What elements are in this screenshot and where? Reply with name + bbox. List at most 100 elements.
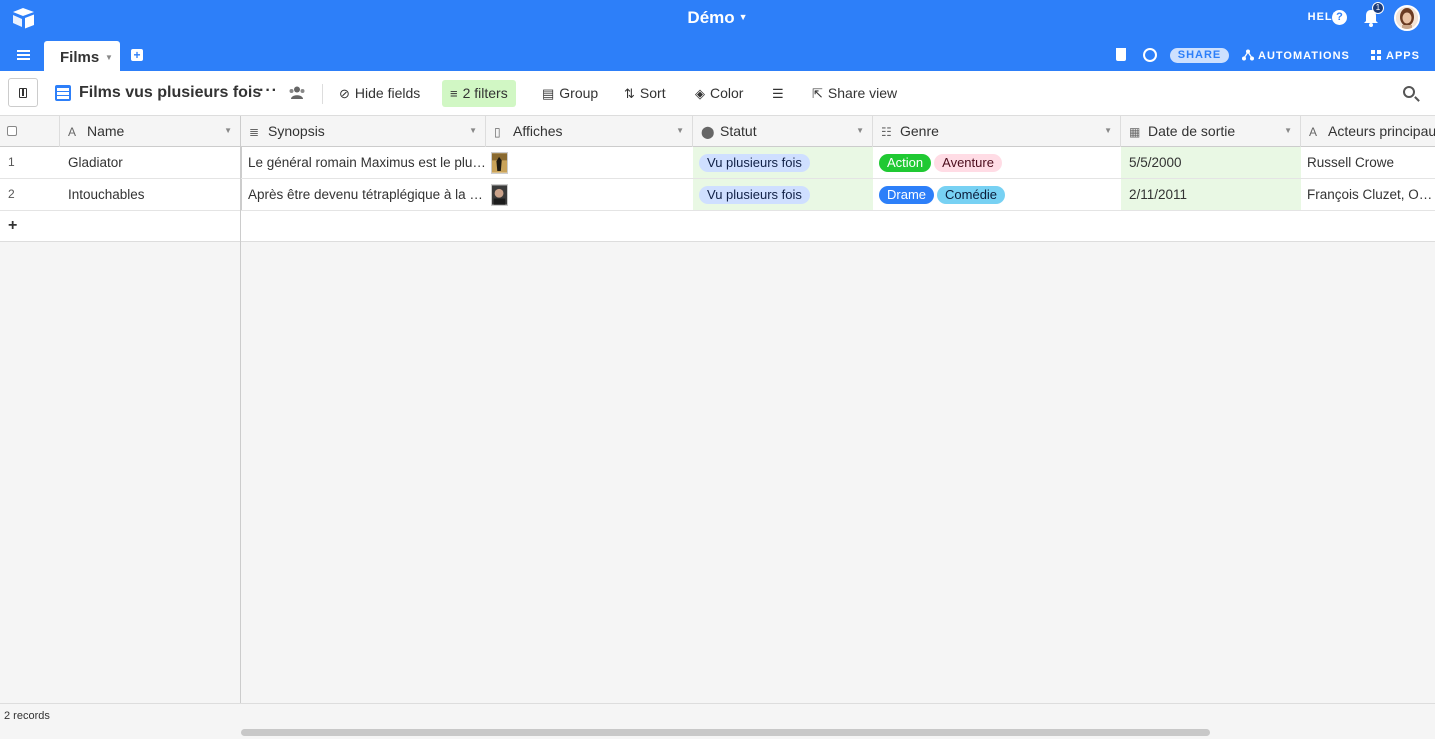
filters-button[interactable]: ≡ 2 filters — [442, 80, 516, 107]
share-button[interactable]: SHARE — [1170, 48, 1229, 63]
automations-button[interactable]: AUTOMATIONS — [1242, 49, 1350, 62]
column-header-acteurs[interactable]: A Acteurs principaux — [1301, 116, 1435, 147]
add-record-icon[interactable]: + — [8, 217, 17, 235]
cell-acteurs[interactable]: François Cluzet, Omar Sy — [1301, 179, 1435, 210]
horizontal-scrollbar[interactable] — [241, 729, 1210, 736]
table-row[interactable]: 2 Intouchables Après être devenu tétrapl… — [0, 179, 1435, 211]
trash-icon[interactable] — [1116, 48, 1126, 61]
history-icon[interactable] — [1143, 48, 1157, 62]
column-header-label: Synopsis — [268, 123, 325, 139]
hide-fields-label: Hide fields — [354, 85, 421, 101]
chevron-down-icon[interactable]: ▼ — [1284, 116, 1292, 146]
automations-icon — [1242, 49, 1254, 61]
share-view-button[interactable]: ⇱ Share view — [804, 80, 905, 107]
poster-thumbnail[interactable] — [491, 152, 508, 174]
color-button[interactable]: ◈ Color — [687, 80, 751, 107]
more-options-icon[interactable]: ··· — [259, 82, 278, 100]
status-badge: Vu plusieurs fois — [699, 186, 810, 204]
hide-fields-button[interactable]: ⊘ Hide fields — [331, 80, 428, 107]
column-header-label: Affiches — [513, 123, 563, 139]
single-select-icon: ⬤ — [701, 125, 715, 139]
long-text-icon: ≣ — [249, 125, 260, 139]
column-header-label: Statut — [720, 123, 757, 139]
select-all-checkbox[interactable] — [7, 126, 17, 136]
notification-badge: 1 — [1372, 2, 1384, 14]
cell-affiches[interactable] — [486, 179, 693, 210]
row-height-button[interactable]: ☰ — [764, 80, 797, 107]
collaborators-icon[interactable] — [288, 86, 306, 99]
search-icon[interactable] — [1403, 86, 1415, 98]
column-header-date[interactable]: ▦ Date de sortie ▼ — [1121, 116, 1301, 147]
chevron-down-icon[interactable]: ▼ — [676, 116, 684, 146]
cell-date[interactable]: 5/5/2000 — [1121, 147, 1301, 178]
add-table-icon[interactable]: + — [131, 49, 143, 61]
sidebar-toggle-button[interactable] — [8, 78, 38, 107]
chevron-down-icon[interactable]: ▼ — [469, 116, 477, 146]
cell-statut[interactable]: Vu plusieurs fois — [693, 179, 873, 210]
column-header-label: Name — [87, 123, 125, 139]
cell-statut[interactable]: Vu plusieurs fois — [693, 147, 873, 178]
chevron-down-icon[interactable]: ▼ — [105, 53, 113, 62]
cell-name[interactable]: Gladiator — [62, 147, 240, 178]
chevron-down-icon[interactable]: ▼ — [739, 12, 748, 22]
sort-button[interactable]: ⇅ Sort — [616, 80, 674, 107]
multi-select-icon: ☷ — [881, 125, 892, 139]
sidebar-icon — [19, 88, 27, 98]
view-name[interactable]: Films vus plusieurs fois — [79, 84, 261, 102]
sort-icon: ⇅ — [624, 86, 635, 101]
paint-bucket-icon: ◈ — [695, 86, 705, 101]
view-toolbar: Films vus plusieurs fois ··· ⊘ Hide field… — [0, 71, 1435, 116]
column-header-statut[interactable]: ⬤ Statut ▼ — [693, 116, 873, 147]
chevron-down-icon[interactable]: ▼ — [224, 116, 232, 146]
base-title-label[interactable]: Démo — [687, 8, 734, 27]
base-title[interactable]: Démo ▼ — [0, 8, 1435, 28]
group-button[interactable]: ▤ Group — [534, 80, 606, 107]
row-height-icon: ☰ — [772, 86, 784, 101]
cell-name[interactable]: Intouchables — [62, 179, 240, 210]
cell-date[interactable]: 2/11/2011 — [1121, 179, 1301, 210]
column-header-label: Acteurs principaux — [1328, 123, 1435, 139]
row-number: 2 — [8, 187, 15, 201]
text-icon: A — [1309, 125, 1318, 139]
filters-label: 2 filters — [462, 85, 508, 101]
column-header-affiches[interactable]: ▯ Affiches ▼ — [486, 116, 693, 147]
frozen-column-divider[interactable] — [240, 116, 241, 739]
cell-acteurs[interactable]: Russell Crowe — [1301, 147, 1435, 178]
chevron-down-icon[interactable]: ▼ — [1104, 116, 1112, 146]
column-header-name[interactable]: A Name ▼ — [60, 116, 241, 147]
calendar-icon: ▦ — [1129, 125, 1141, 139]
cell-genre[interactable]: Action Aventure — [873, 147, 1121, 178]
cell-synopsis[interactable]: Après être devenu tétraplégique à la sui… — [241, 179, 486, 210]
genre-tag: Aventure — [934, 154, 1002, 172]
table-tab-bar: Films ▼ + SHARE AUTOMATIONS APPS — [0, 38, 1435, 71]
column-header-genre[interactable]: ☷ Genre ▼ — [873, 116, 1121, 147]
status-badge: Vu plusieurs fois — [699, 154, 810, 172]
apps-button[interactable]: APPS — [1370, 49, 1420, 62]
filter-icon: ≡ — [450, 86, 458, 101]
add-record-row[interactable]: + — [0, 211, 1435, 242]
help-icon[interactable]: ? — [1332, 10, 1347, 25]
tab-films[interactable]: Films ▼ — [44, 41, 120, 71]
hamburger-menu-icon[interactable] — [17, 50, 30, 60]
top-bar: Démo ▼ HELP ? 1 — [0, 0, 1435, 38]
avatar[interactable] — [1394, 5, 1420, 31]
share-view-icon: ⇱ — [812, 86, 823, 101]
cell-affiches[interactable] — [486, 147, 693, 178]
column-header-synopsis[interactable]: ≣ Synopsis ▼ — [241, 116, 486, 147]
group-label: Group — [559, 85, 599, 101]
avatar-portrait-icon — [1396, 7, 1418, 29]
chevron-down-icon[interactable]: ▼ — [856, 116, 864, 146]
grid: A Name ▼ ≣ Synopsis ▼ ▯ Affiches ▼ ⬤ Statut ▼ ☷ G… — [0, 116, 1435, 739]
column-header-label: Genre — [900, 123, 939, 139]
table-row[interactable]: 1 Gladiator Le général romain Maximus es… — [0, 147, 1435, 179]
cell-synopsis[interactable]: Le général romain Maximus est le plus fi… — [241, 147, 486, 178]
cell-genre[interactable]: Drame Comédie — [873, 179, 1121, 210]
apps-icon — [1371, 50, 1381, 60]
genre-tag: Drame — [879, 186, 935, 204]
genre-tag: Action — [879, 154, 932, 172]
toolbar-divider — [322, 84, 323, 104]
group-icon: ▤ — [542, 86, 555, 101]
grid-view-icon — [55, 85, 71, 101]
color-label: Color — [710, 85, 744, 101]
poster-thumbnail[interactable] — [491, 184, 508, 206]
